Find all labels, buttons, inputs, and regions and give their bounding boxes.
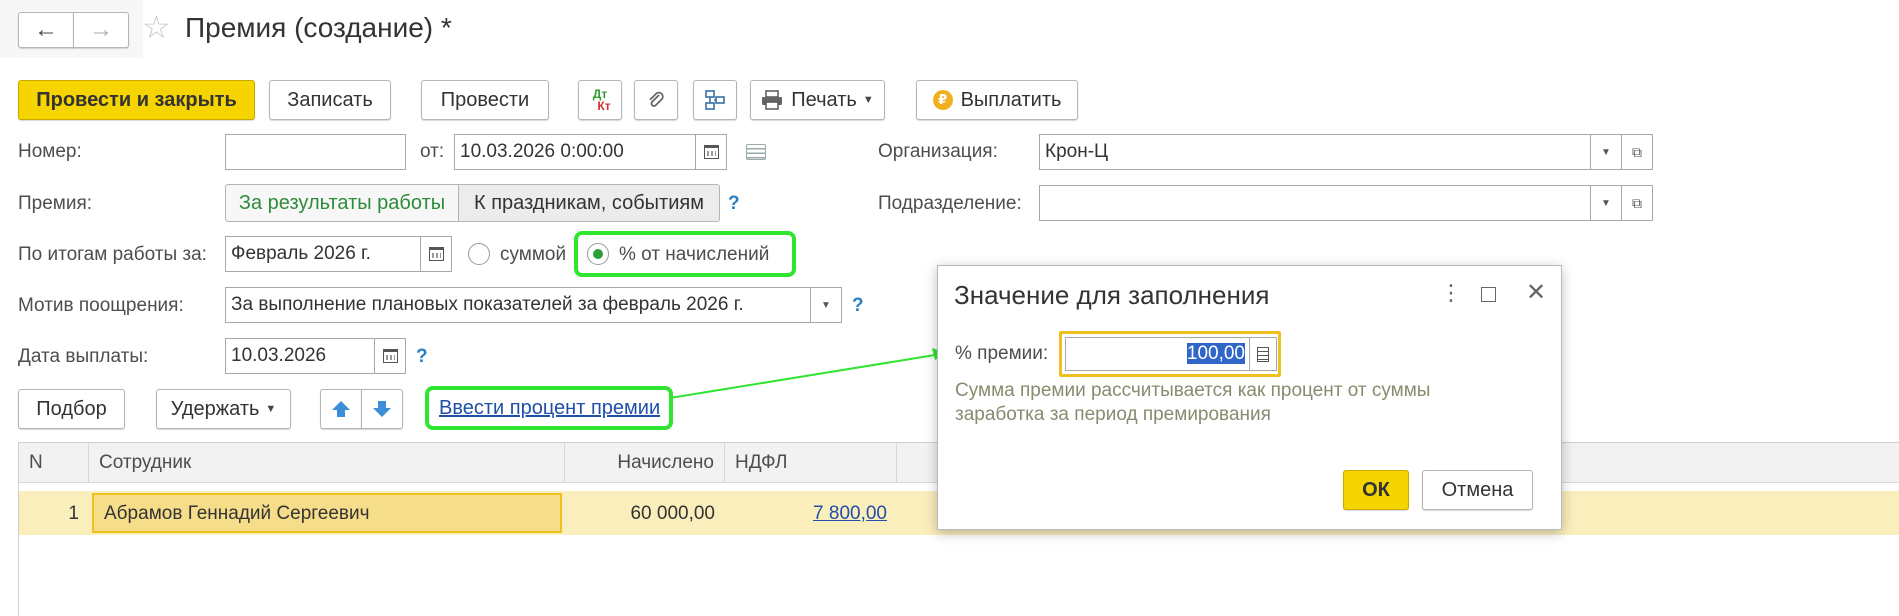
row-accrued: 60 000,00 xyxy=(630,503,715,524)
row-ndfl-link[interactable]: 7 800,00 xyxy=(725,503,887,525)
dialog-title: Значение для заполнения xyxy=(954,280,1270,310)
percent-input[interactable]: 100,00 xyxy=(1065,337,1250,371)
calculator-button[interactable] xyxy=(1249,337,1277,371)
hint-line-2: заработка за период премирования xyxy=(955,404,1271,425)
row-employee-cell[interactable]: Абрамов Геннадий Сергеевич xyxy=(92,493,562,533)
column-header-n[interactable]: N xyxy=(19,443,89,483)
cancel-button[interactable]: Отмена xyxy=(1422,470,1533,510)
fill-value-dialog: Значение для заполнения ⋮ ✕ % премии: 10… xyxy=(937,265,1562,530)
hint-line-1: Сумма премии рассчитывается как процент … xyxy=(955,380,1431,401)
calculator-icon xyxy=(1257,346,1269,362)
maximize-icon[interactable] xyxy=(1481,287,1496,302)
percent-label: % премии: xyxy=(955,343,1049,364)
percent-selected-value: 100,00 xyxy=(1186,343,1245,364)
close-icon[interactable]: ✕ xyxy=(1526,278,1546,307)
column-header-ndfl[interactable]: НДФЛ xyxy=(725,443,897,483)
column-header-employee[interactable]: Сотрудник xyxy=(89,443,565,483)
more-icon[interactable]: ⋮ xyxy=(1440,280,1462,306)
ok-button[interactable]: ОК xyxy=(1343,470,1409,510)
column-header-accrued[interactable]: Начислено xyxy=(565,443,725,483)
row-number: 1 xyxy=(68,503,79,524)
